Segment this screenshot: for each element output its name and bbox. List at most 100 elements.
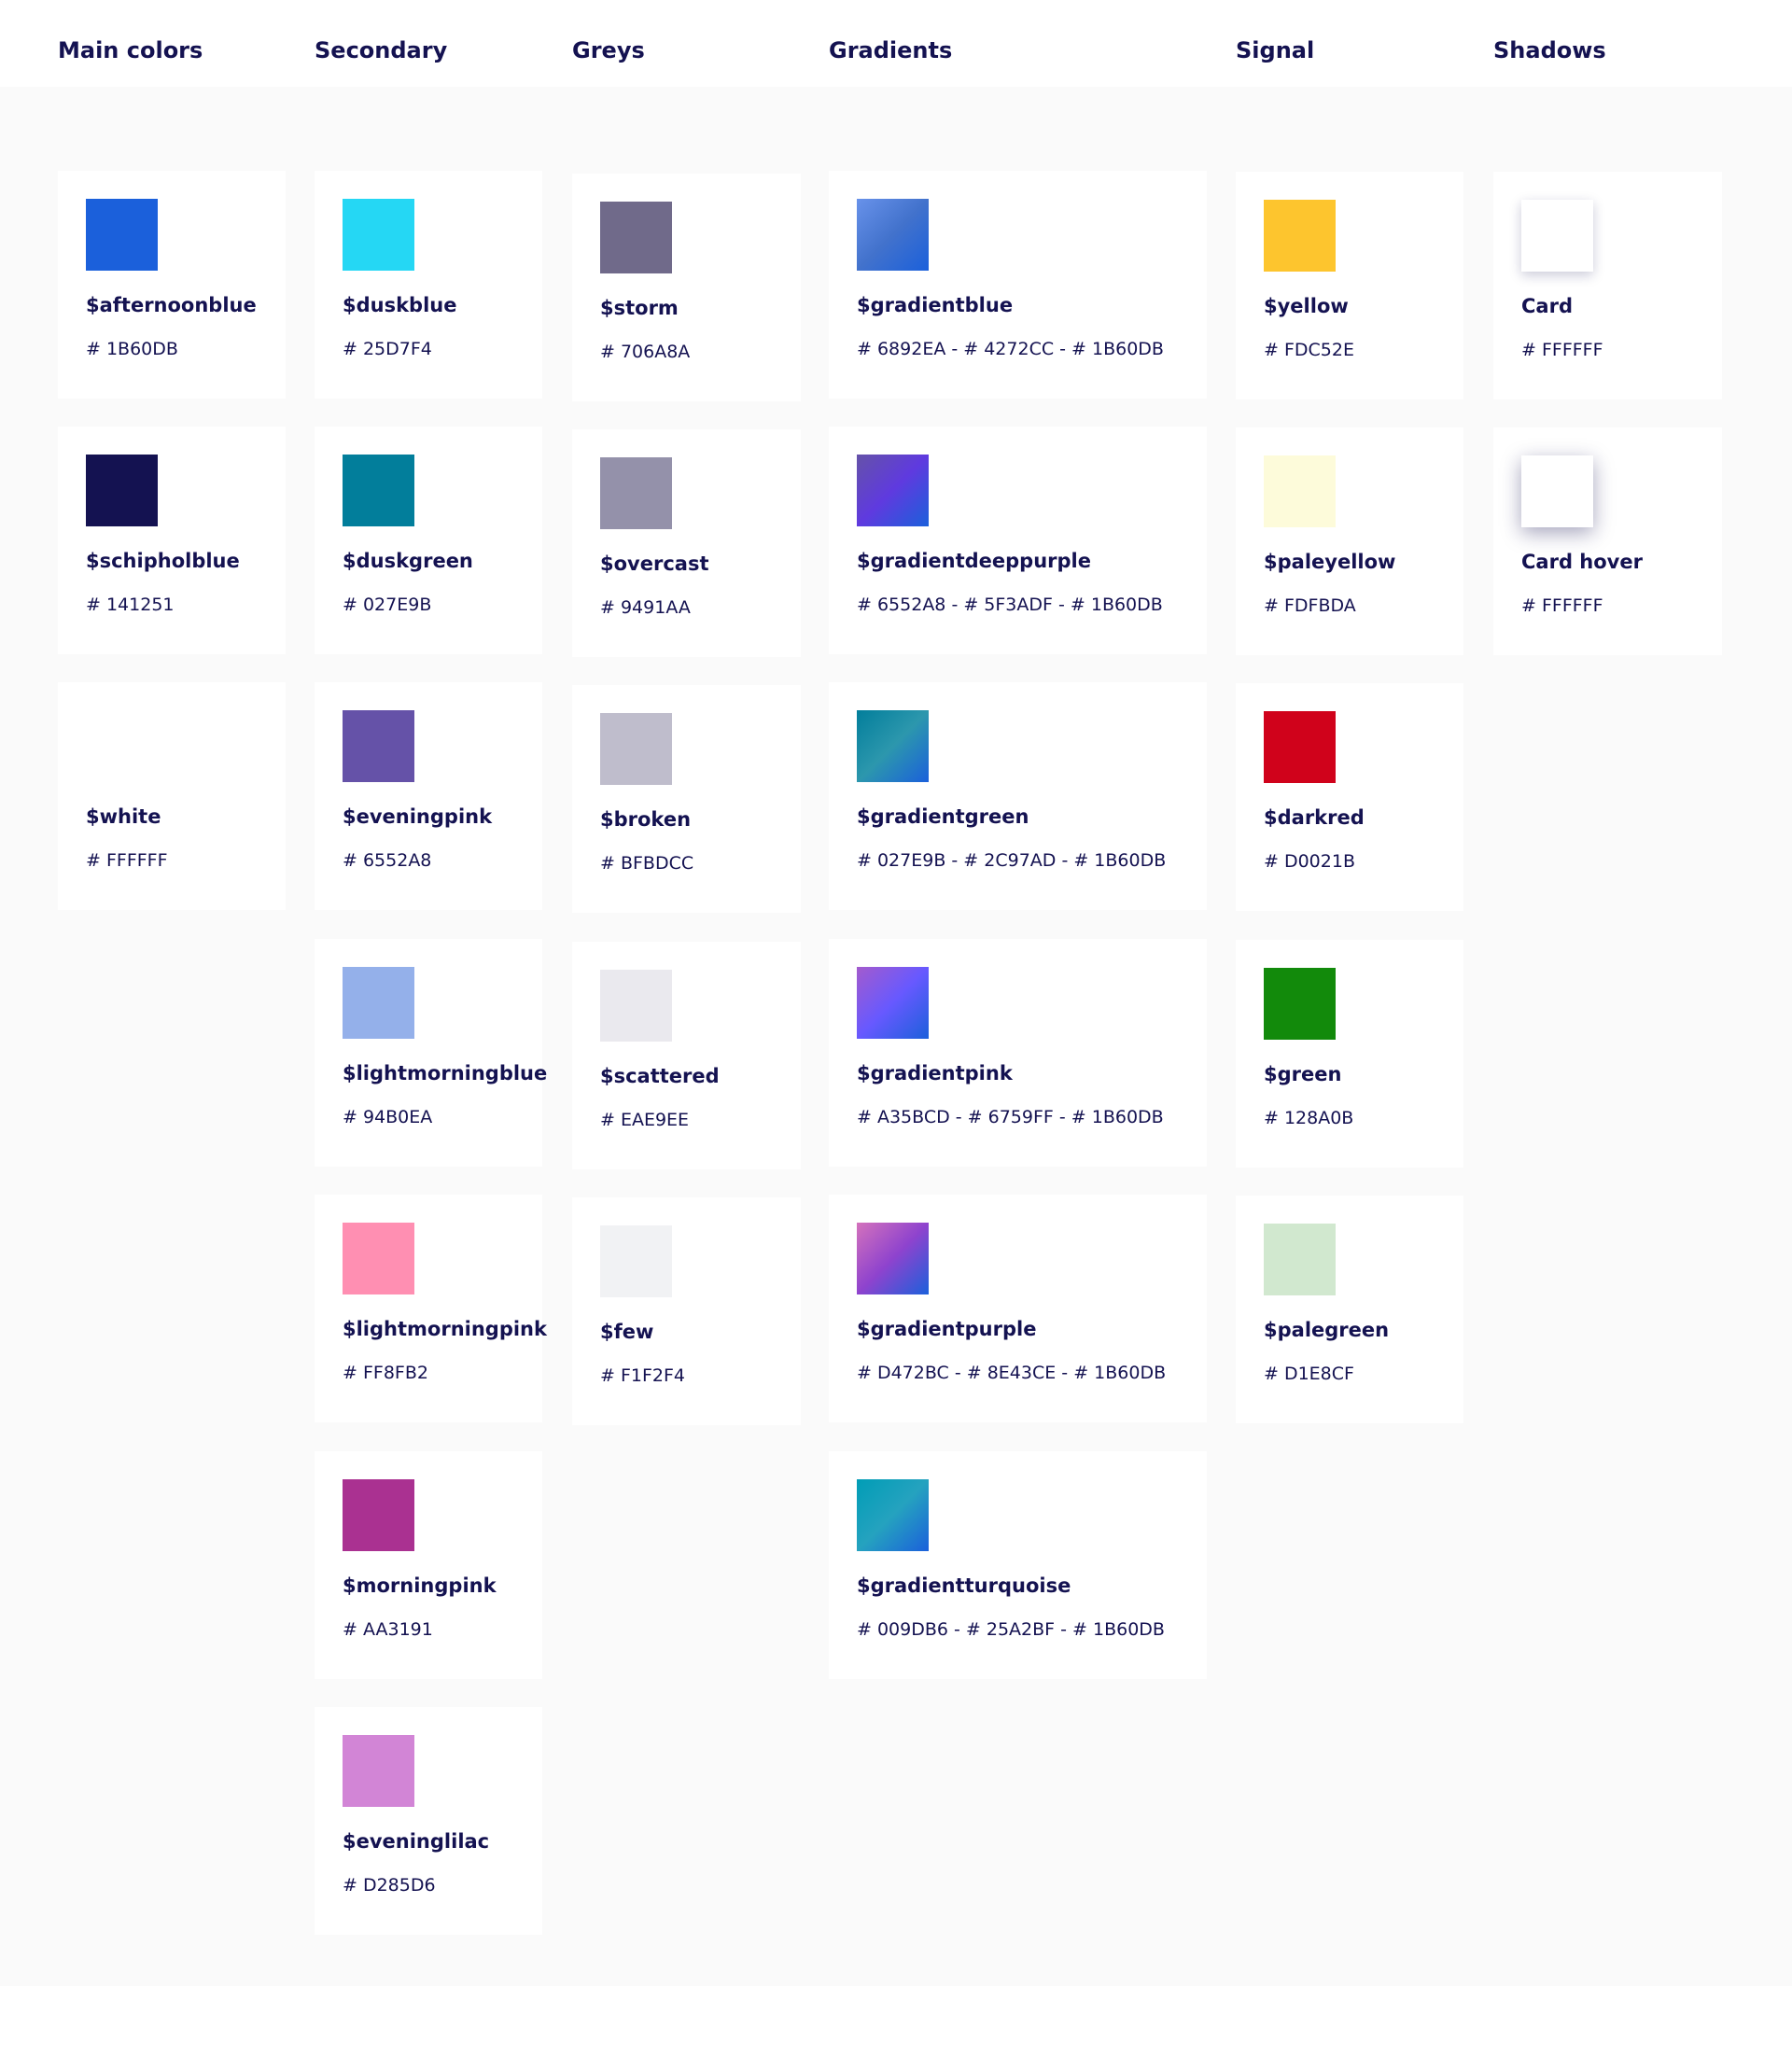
- color-name: Card hover: [1521, 551, 1643, 573]
- color-card-gradientpurple: $gradientpurple # D472BC - # 8E43CE - # 1…: [829, 1195, 1207, 1422]
- color-card-lightmorningblue: $lightmorningblue # 94B0EA: [315, 939, 547, 1167]
- color-swatch: [343, 199, 414, 271]
- color-card-gradientdeeppurple: $gradientdeeppurple # 6552A8 - # 5F3ADF -…: [829, 427, 1207, 654]
- color-card-gradientblue: $gradientblue # 6892EA - # 4272CC - # 1B6…: [829, 171, 1207, 399]
- color-hex-value: # 1B60DB: [86, 339, 178, 359]
- color-card-card-hover: Card hover # FFFFFF: [1493, 427, 1722, 655]
- color-card-gradientgreen: $gradientgreen # 027E9B - # 2C97AD - # 1B…: [829, 682, 1207, 910]
- column-title-shadows: Shadows: [1493, 37, 1606, 63]
- color-name: $gradientgreen: [857, 805, 1029, 828]
- color-hex-value: # 25D7F4: [343, 339, 432, 359]
- color-hex-value: # 6892EA - # 4272CC - # 1B60DB: [857, 339, 1164, 359]
- color-name: $gradientturquoise: [857, 1574, 1071, 1597]
- color-hex-value: # F1F2F4: [600, 1365, 686, 1386]
- color-hex-value: # FFFFFF: [1521, 595, 1603, 616]
- color-name: $duskgreen: [343, 550, 473, 572]
- color-swatch: [343, 1735, 414, 1807]
- color-swatch: [1264, 1224, 1336, 1295]
- color-swatch: [343, 967, 414, 1039]
- color-card-green: $green # 128A0B: [1236, 940, 1463, 1168]
- color-hex-value: # 009DB6 - # 25A2BF - # 1B60DB: [857, 1619, 1165, 1640]
- color-swatch: [343, 1479, 414, 1551]
- color-hex-value: # 94B0EA: [343, 1107, 433, 1127]
- color-swatch: [343, 1223, 414, 1294]
- color-card-few: $few # F1F2F4: [572, 1197, 801, 1425]
- color-swatch: [343, 710, 414, 782]
- color-hex-value: # FFFFFF: [86, 850, 168, 871]
- color-palette-page: Main colors $afternoonblue # 1B60DB $schiph…: [0, 0, 1792, 2071]
- color-name: $white: [86, 805, 161, 828]
- color-swatch: [343, 455, 414, 526]
- color-name: $eveningpink: [343, 805, 493, 828]
- color-swatch: [857, 967, 929, 1039]
- color-name: $schipholblue: [86, 550, 240, 572]
- color-swatch: [857, 1479, 929, 1551]
- color-name: $palegreen: [1264, 1319, 1390, 1341]
- color-hex-value: # 6552A8 - # 5F3ADF - # 1B60DB: [857, 595, 1163, 615]
- color-swatch: [1521, 200, 1593, 272]
- color-swatch: [600, 970, 672, 1042]
- color-swatch: [857, 199, 929, 271]
- column-title-main-colors: Main colors: [58, 37, 203, 63]
- color-hex-value: # D285D6: [343, 1875, 436, 1896]
- color-swatch: [600, 1225, 672, 1297]
- color-hex-value: # FFFFFF: [1521, 340, 1603, 360]
- color-swatch: [1264, 968, 1336, 1040]
- color-name: $gradientpink: [857, 1062, 1013, 1084]
- color-swatch: [1264, 200, 1336, 272]
- color-card-gradientturquoise: $gradientturquoise # 009DB6 - # 25A2BF - …: [829, 1451, 1207, 1679]
- color-hex-value: # D0021B: [1264, 851, 1355, 872]
- color-name: $overcast: [600, 553, 709, 575]
- color-card-lightmorningpink: $lightmorningpink # FF8FB2: [315, 1195, 547, 1422]
- color-card-morningpink: $morningpink # AA3191: [315, 1451, 542, 1679]
- color-name: $green: [1264, 1063, 1342, 1085]
- color-card-duskgreen: $duskgreen # 027E9B: [315, 427, 542, 654]
- color-name: $broken: [600, 808, 692, 831]
- color-card-palegreen: $palegreen # D1E8CF: [1236, 1196, 1463, 1423]
- color-swatch: [1264, 711, 1336, 783]
- color-name: $scattered: [600, 1065, 720, 1087]
- color-card-paleyellow: $paleyellow # FDFBDA: [1236, 427, 1463, 655]
- color-hex-value: # 6552A8: [343, 850, 432, 871]
- color-swatch: [86, 710, 158, 782]
- color-name: $yellow: [1264, 295, 1349, 317]
- color-name: $few: [600, 1321, 654, 1343]
- color-name: $paleyellow: [1264, 551, 1396, 573]
- color-card-broken: $broken # BFBDCC: [572, 685, 801, 913]
- color-hex-value: # FDFBDA: [1264, 595, 1356, 616]
- color-hex-value: # A35BCD - # 6759FF - # 1B60DB: [857, 1107, 1164, 1127]
- color-swatch: [600, 202, 672, 273]
- color-name: $lightmorningpink: [343, 1318, 547, 1340]
- color-hex-value: # 128A0B: [1264, 1108, 1354, 1128]
- color-hex-value: # FDC52E: [1264, 340, 1354, 360]
- color-name: $eveninglilac: [343, 1830, 490, 1853]
- color-card-yellow: $yellow # FDC52E: [1236, 172, 1463, 399]
- color-hex-value: # BFBDCC: [600, 853, 694, 874]
- color-swatch: [1264, 455, 1336, 527]
- color-name: $morningpink: [343, 1574, 497, 1597]
- column-title-gradients: Gradients: [829, 37, 953, 63]
- color-hex-value: # 141251: [86, 595, 175, 615]
- color-name: $gradientblue: [857, 294, 1014, 316]
- color-swatch: [600, 713, 672, 785]
- color-swatch: [86, 199, 158, 271]
- color-swatch: [857, 710, 929, 782]
- color-hex-value: # 027E9B: [343, 595, 432, 615]
- color-name: $afternoonblue: [86, 294, 257, 316]
- color-hex-value: # D1E8CF: [1264, 1364, 1354, 1384]
- color-card-storm: $storm # 706A8A: [572, 174, 801, 401]
- color-card-duskblue: $duskblue # 25D7F4: [315, 171, 542, 399]
- color-name: $gradientpurple: [857, 1318, 1037, 1340]
- color-swatch: [857, 1223, 929, 1294]
- color-card-white: $white # FFFFFF: [58, 682, 286, 910]
- color-card-eveninglilac: $eveninglilac # D285D6: [315, 1707, 542, 1935]
- color-swatch: [600, 457, 672, 529]
- color-card-scattered: $scattered # EAE9EE: [572, 942, 801, 1169]
- color-hex-value: # 706A8A: [600, 342, 691, 362]
- column-title-signal: Signal: [1236, 37, 1315, 63]
- color-card-schipholblue: $schipholblue # 141251: [58, 427, 286, 654]
- color-card-card: Card # FFFFFF: [1493, 172, 1722, 399]
- color-hex-value: # 027E9B - # 2C97AD - # 1B60DB: [857, 850, 1167, 871]
- column-title-secondary: Secondary: [315, 37, 448, 63]
- color-swatch: [857, 455, 929, 526]
